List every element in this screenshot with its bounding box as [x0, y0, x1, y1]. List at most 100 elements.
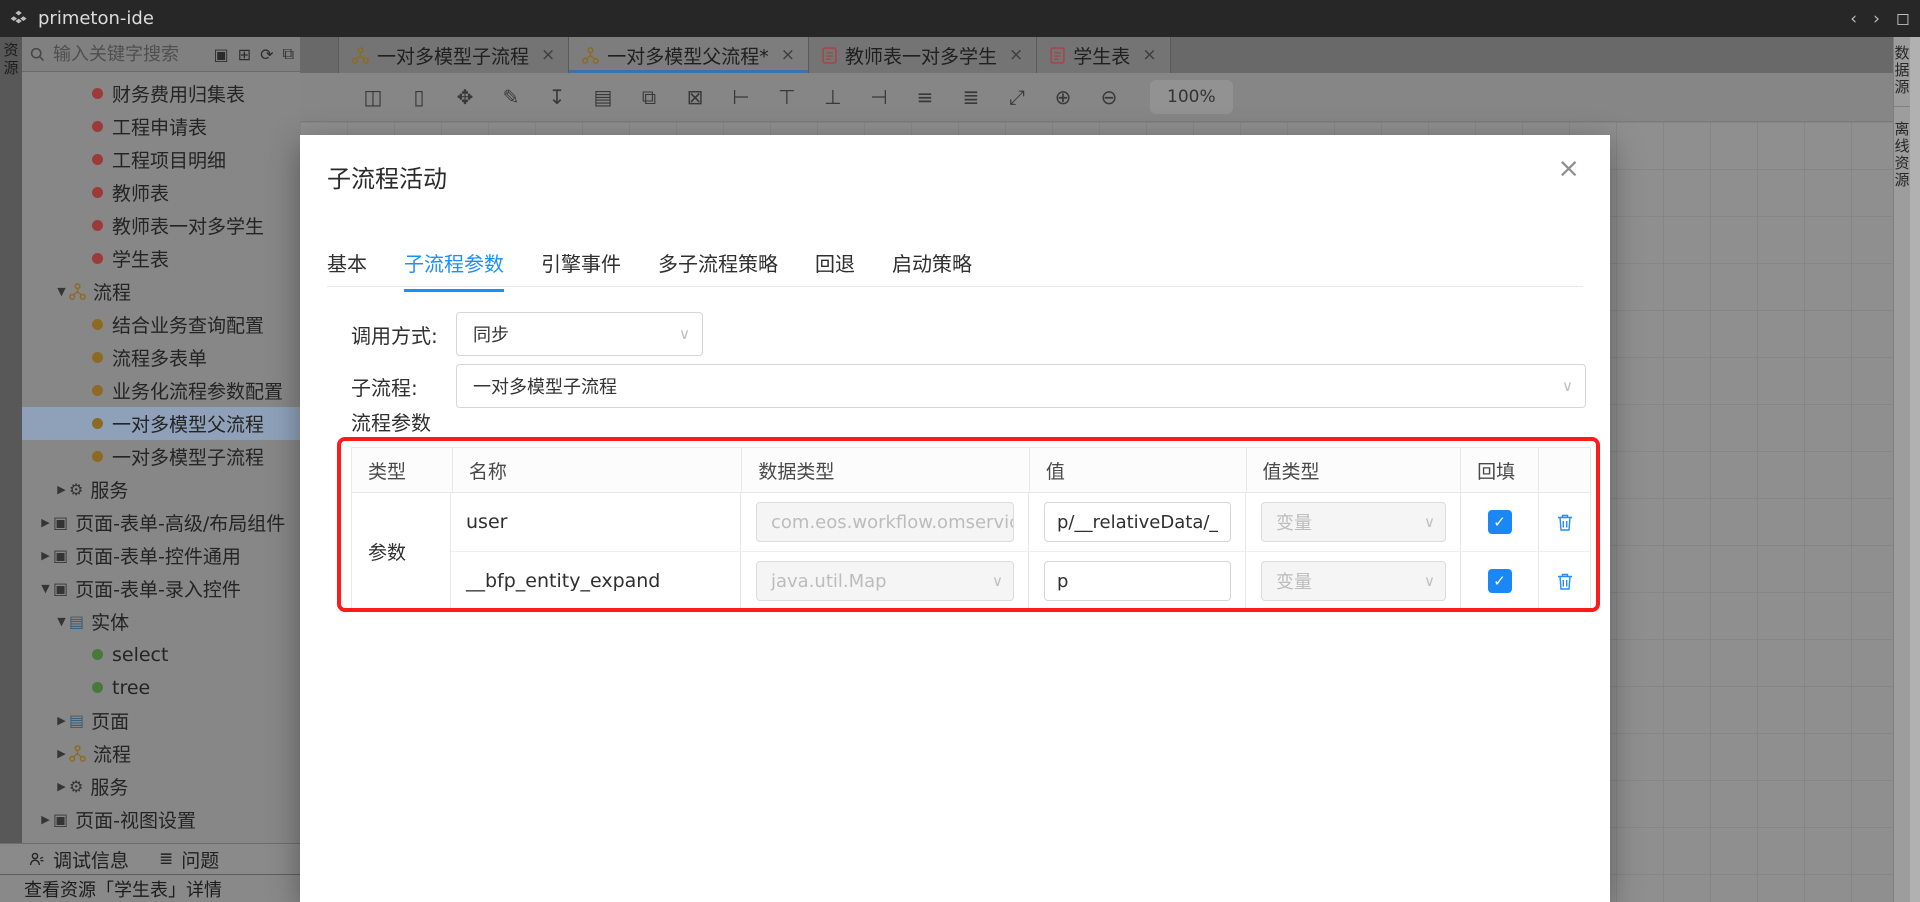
- chevron-right-icon[interactable]: ▶: [38, 516, 53, 529]
- tree-item[interactable]: 业务化流程参数配置: [22, 374, 300, 407]
- editor-tab-1[interactable]: 一对多模型子流程×: [339, 37, 569, 73]
- chevron-right-icon[interactable]: ▶: [38, 549, 53, 562]
- right-activity-bar: 数据源 离线资源: [1893, 37, 1910, 902]
- tree-item-label: 页面: [91, 707, 129, 734]
- editor-tab-2[interactable]: 一对多模型父流程*×: [569, 37, 809, 73]
- tree-item[interactable]: ▶▤页面: [22, 704, 300, 737]
- chevron-right-icon[interactable]: ▶: [54, 747, 69, 760]
- dot-orange: [92, 385, 103, 396]
- subprocess-select[interactable]: 一对多模型子流程 ∨: [456, 364, 1586, 408]
- window-restore-icon[interactable]: ◻: [1896, 9, 1910, 29]
- download-icon[interactable]: ↧: [546, 85, 568, 109]
- import-icon[interactable]: ▣: [214, 45, 229, 64]
- tree-item[interactable]: 学生表: [22, 242, 300, 275]
- tree-item[interactable]: 一对多模型子流程: [22, 440, 300, 473]
- zoom-out-icon[interactable]: ⊖: [1098, 85, 1120, 109]
- resource-tree: 财务费用归集表工程申请表工程项目明细教师表教师表一对多学生学生表 ▼流程结合业务查…: [22, 77, 300, 836]
- tree-item[interactable]: ▶▣页面-视图设置: [22, 803, 300, 836]
- chevron-right-icon[interactable]: ▶: [54, 714, 69, 727]
- dialog-tab-5[interactable]: 回退: [815, 242, 855, 292]
- package-icon: ▣: [53, 579, 68, 598]
- tree-item[interactable]: 教师表一对多学生: [22, 209, 300, 242]
- dialog-tab-1[interactable]: 基本: [327, 242, 367, 292]
- tree-item[interactable]: ▶流程: [22, 737, 300, 770]
- panel-tab-offline-resources[interactable]: 离线资源: [1894, 107, 1910, 199]
- panel-tab-datasource[interactable]: 数据源: [1894, 37, 1910, 107]
- tree-item[interactable]: 财务费用归集表: [22, 77, 300, 110]
- tab-close-icon[interactable]: ×: [1142, 45, 1156, 65]
- chevron-down-icon[interactable]: ▼: [54, 615, 69, 628]
- close-icon[interactable]: ×: [1557, 155, 1580, 182]
- tab-problems[interactable]: ≣ 问题: [159, 846, 219, 873]
- zoom-in-icon[interactable]: ⊕: [1052, 85, 1074, 109]
- edit-icon[interactable]: ✎: [500, 85, 522, 109]
- package-icon: ▣: [53, 546, 68, 565]
- tab-close-icon[interactable]: ×: [781, 45, 795, 65]
- refresh-icon[interactable]: ⟳: [260, 45, 273, 64]
- activity-bar-resources[interactable]: 资源: [0, 37, 22, 843]
- value-input[interactable]: [1044, 502, 1231, 542]
- chevron-right-icon[interactable]: ▶: [38, 813, 53, 826]
- tree-item[interactable]: ▶⚙服务: [22, 770, 300, 803]
- dialog-tab-6[interactable]: 启动策略: [892, 242, 972, 292]
- tree-item[interactable]: 工程申请表: [22, 110, 300, 143]
- tree-item[interactable]: ▶▣页面-表单-高级/布局组件: [22, 506, 300, 539]
- align-left-icon[interactable]: ⊢: [730, 85, 752, 109]
- call-mode-select[interactable]: 同步 ∨: [456, 312, 703, 356]
- editor-tab-3[interactable]: 教师表一对多学生×: [809, 37, 1037, 73]
- align-top-icon[interactable]: ⊤: [776, 85, 798, 109]
- dialog-tab-2[interactable]: 子流程参数: [404, 242, 504, 292]
- editor-tab-4[interactable]: 学生表×: [1037, 37, 1170, 73]
- chevron-down-icon[interactable]: ▼: [54, 285, 69, 298]
- tree-item-label: 学生表: [112, 245, 169, 272]
- chevron-down-icon[interactable]: ▼: [38, 582, 53, 595]
- tree-item[interactable]: select: [22, 638, 300, 671]
- column-header: 类型: [352, 448, 453, 492]
- gear-icon: ⚙: [69, 480, 83, 499]
- value-input[interactable]: [1044, 561, 1231, 601]
- back-icon[interactable]: ‹: [1850, 9, 1857, 29]
- delete-row-icon[interactable]: [1555, 512, 1575, 533]
- tree-item[interactable]: 结合业务查询配置: [22, 308, 300, 341]
- tree-item[interactable]: ▶▣页面-表单-控件通用: [22, 539, 300, 572]
- tree-item[interactable]: ▶⚙服务: [22, 473, 300, 506]
- duplicate-icon[interactable]: ⧉: [283, 44, 294, 64]
- fit-screen-icon[interactable]: ⤢: [1006, 85, 1028, 109]
- delete-icon[interactable]: ⊠: [684, 85, 706, 109]
- dialog-tab-4[interactable]: 多子流程策略: [658, 242, 778, 292]
- clipboard-icon[interactable]: ▯: [408, 85, 430, 109]
- chevron-right-icon[interactable]: ▶: [54, 483, 69, 496]
- tree-item[interactable]: 工程项目明细: [22, 143, 300, 176]
- tree-item[interactable]: ▼流程: [22, 275, 300, 308]
- hand-icon[interactable]: ✥: [454, 85, 476, 109]
- tree-item[interactable]: 教师表: [22, 176, 300, 209]
- search-icon: [30, 47, 45, 62]
- delete-row-icon[interactable]: [1555, 571, 1575, 592]
- distribute-icon[interactable]: ≣: [960, 85, 982, 109]
- tab-debug-info[interactable]: 调试信息: [28, 846, 129, 873]
- tab-close-icon[interactable]: ×: [541, 45, 555, 65]
- align-right-icon[interactable]: ⊣: [868, 85, 890, 109]
- flow-icon: [582, 47, 599, 64]
- duplicate-icon[interactable]: ⧉: [638, 85, 660, 109]
- tree-item[interactable]: 流程多表单: [22, 341, 300, 374]
- copy-icon[interactable]: ◫: [362, 85, 384, 109]
- tree-item[interactable]: 一对多模型父流程: [22, 407, 300, 440]
- chevron-right-icon[interactable]: ▶: [54, 780, 69, 793]
- dialog-tab-3[interactable]: 引擎事件: [541, 242, 621, 292]
- search-input[interactable]: [51, 43, 185, 66]
- align-center-icon[interactable]: ≡: [914, 85, 936, 109]
- sidebar-actions: ▣ ⊞ ⟳ ⧉: [214, 37, 294, 71]
- backfill-checkbox-checked[interactable]: ✓: [1488, 510, 1512, 534]
- right-edge-scrollbar[interactable]: [1910, 37, 1920, 902]
- backfill-checkbox-checked[interactable]: ✓: [1488, 569, 1512, 593]
- new-folder-icon[interactable]: ⊞: [238, 45, 251, 64]
- tree-item[interactable]: tree: [22, 671, 300, 704]
- tree-item[interactable]: ▼▤实体: [22, 605, 300, 638]
- tab-close-icon[interactable]: ×: [1009, 45, 1023, 65]
- align-bottom-icon[interactable]: ⊥: [822, 85, 844, 109]
- zoom-level-button[interactable]: 100%: [1150, 80, 1233, 114]
- forward-icon[interactable]: ›: [1873, 9, 1880, 29]
- tree-item[interactable]: ▼▣页面-表单-录入控件: [22, 572, 300, 605]
- file-icon[interactable]: ▤: [592, 85, 614, 109]
